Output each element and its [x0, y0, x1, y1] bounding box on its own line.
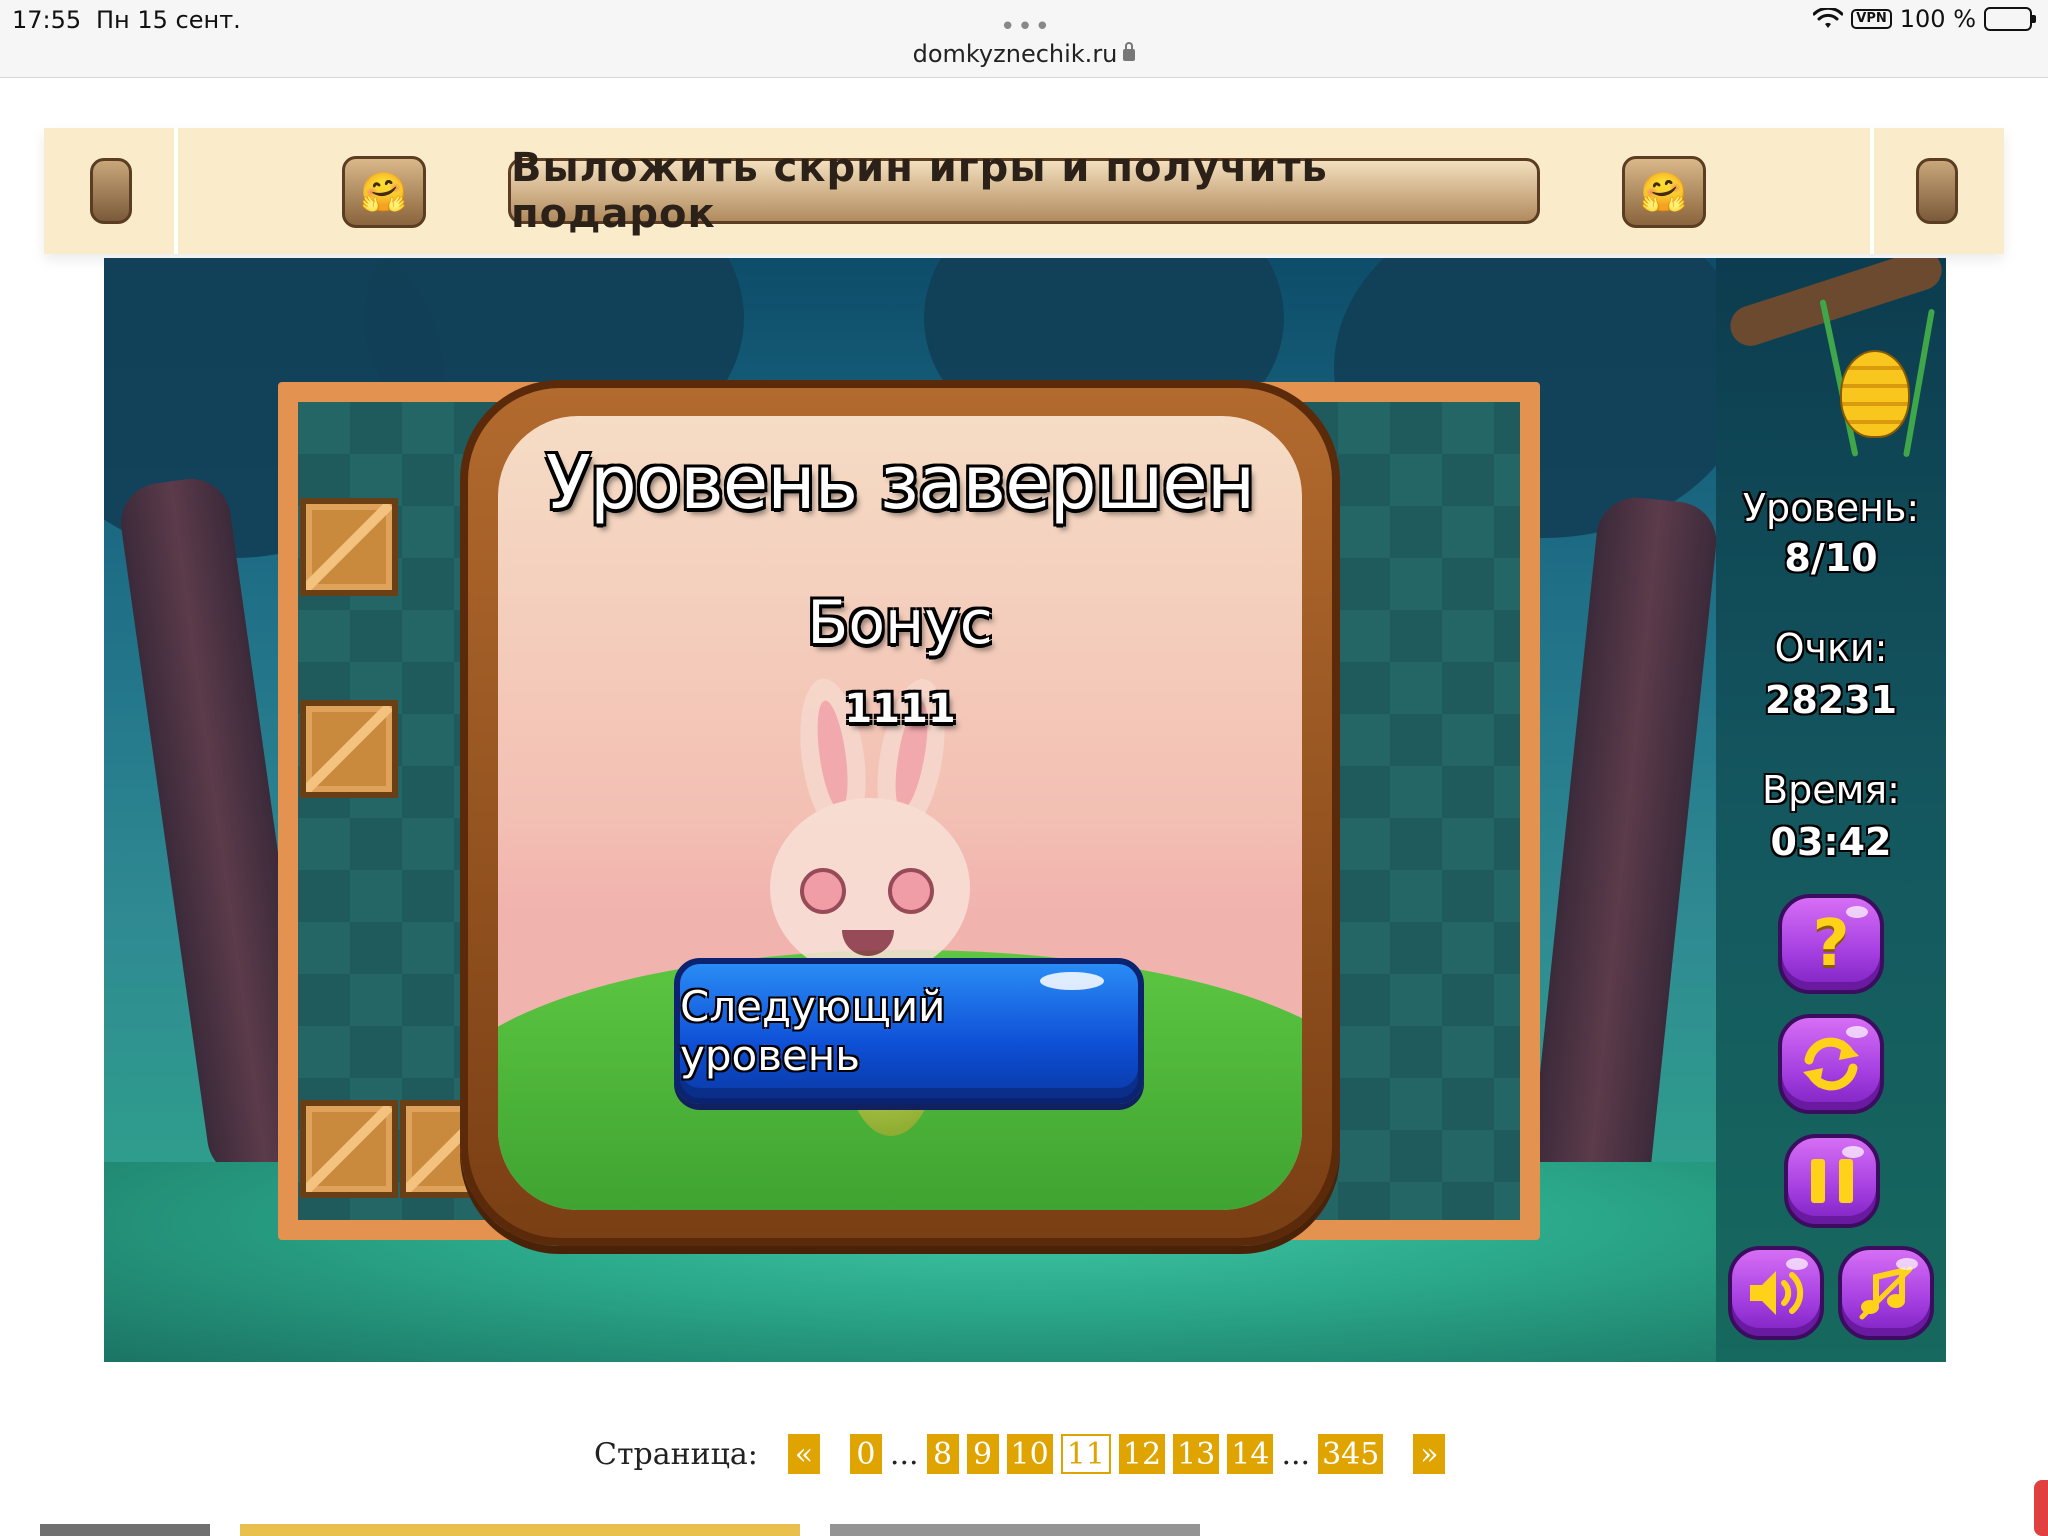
music-off-icon [1859, 1266, 1913, 1320]
beehive-icon [1840, 350, 1910, 438]
help-icon: ? [1812, 907, 1850, 981]
banner-pill-right [1916, 158, 1958, 224]
multitask-dots-icon[interactable]: ••• [1000, 12, 1052, 42]
status-date: Пн 15 сент. [96, 6, 241, 34]
page-ellipsis: ... [1281, 1436, 1311, 1472]
banner-pill-left [90, 158, 132, 224]
promo-banner: 🤗 Выложить скрин игры и получить подарок… [44, 128, 2004, 254]
time-value: 03:42 [1770, 820, 1892, 864]
page-prev-link[interactable]: « [787, 1434, 820, 1474]
score-value: 28231 [1764, 678, 1898, 722]
battery-percent: 100 % [1899, 5, 1976, 33]
address-bar[interactable]: domkyznechik.ru [0, 40, 2048, 68]
battery-icon [1984, 7, 2036, 31]
promo-button[interactable]: Выложить скрин игры и получить подарок [508, 145, 1540, 237]
pause-icon [1811, 1159, 1853, 1203]
status-bar: 17:55 Пн 15 сент. ••• domkyznechik.ru VP… [0, 0, 2048, 78]
bonus-label: Бонус [807, 588, 993, 658]
page-ellipsis: ... [889, 1436, 919, 1472]
status-indicators: VPN 100 % [1813, 4, 2036, 34]
tree-branch [1725, 258, 1946, 352]
level-complete-title: Уровень завершен [545, 440, 1255, 526]
vpn-badge: VPN [1851, 9, 1892, 29]
status-time: 17:55 [12, 6, 82, 34]
bunny-head [770, 798, 970, 978]
page-current: 11 [1060, 1434, 1111, 1474]
hug-emoji-icon-left[interactable]: 🤗 [342, 156, 426, 228]
sound-icon [1750, 1271, 1804, 1315]
restart-button[interactable] [1778, 1014, 1884, 1114]
game-canvas[interactable]: Уровень завершен Бонус 1111 Следующий ур… [104, 258, 1946, 1362]
bonus-value: 1111 [844, 686, 956, 732]
pause-button[interactable] [1784, 1134, 1880, 1228]
banner-divider [174, 128, 178, 254]
page-link[interactable]: 8 [926, 1434, 959, 1474]
level-label: Уровень: [1742, 486, 1920, 530]
pagination: Страница: « 0 ... 8 9 10 11 12 13 14 ...… [594, 1432, 1446, 1476]
level-value: 8/10 [1784, 536, 1878, 580]
wooden-crate[interactable] [300, 1100, 398, 1198]
side-tab[interactable] [2034, 1480, 2048, 1536]
wifi-icon [1813, 8, 1844, 28]
music-button[interactable] [1838, 1246, 1934, 1340]
page-link[interactable]: 12 [1118, 1434, 1166, 1474]
wooden-crate[interactable] [300, 498, 398, 596]
restart-icon [1803, 1037, 1859, 1091]
page-link[interactable]: 14 [1227, 1434, 1274, 1474]
next-level-button[interactable]: Следующий уровень [674, 958, 1144, 1104]
score-label: Очки: [1774, 626, 1888, 670]
url-text: domkyznechik.ru [912, 40, 1118, 68]
time-label: Время: [1762, 768, 1900, 812]
hug-emoji-icon-right[interactable]: 🤗 [1622, 156, 1706, 228]
sound-button[interactable] [1728, 1246, 1824, 1340]
page-link[interactable]: 10 [1006, 1434, 1053, 1474]
bunny-eye [800, 868, 846, 914]
tree-trunk [1527, 493, 1721, 1203]
stats-panel: Уровень: 8/10 Очки: 28231 Время: 03:42 ? [1716, 258, 1946, 1362]
page-next-link[interactable]: » [1413, 1434, 1446, 1474]
page-link-last[interactable]: 345 [1318, 1434, 1384, 1474]
bunny-eye [888, 868, 934, 914]
wooden-crate[interactable] [300, 700, 398, 798]
bunny-mouth [842, 930, 894, 956]
page-link[interactable]: 13 [1173, 1434, 1220, 1474]
page-link-first[interactable]: 0 [849, 1434, 882, 1474]
cut-off-text-line [40, 1516, 1240, 1536]
help-button[interactable]: ? [1778, 894, 1884, 994]
banner-divider [1870, 128, 1874, 254]
page-link[interactable]: 9 [966, 1434, 999, 1474]
lock-icon [1123, 42, 1136, 61]
pagination-label: Страница: [594, 1436, 758, 1472]
